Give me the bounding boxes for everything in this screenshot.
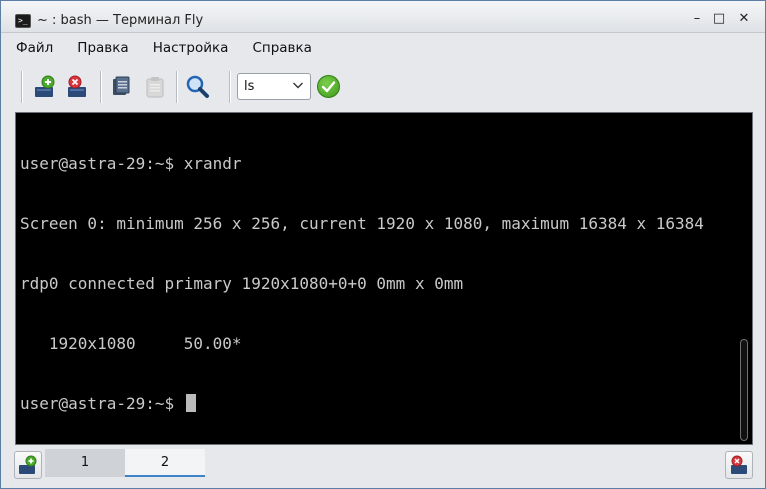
toolbar: ls (1, 63, 765, 109)
close-tab-corner-button[interactable] (725, 451, 753, 479)
terminal-line: Screen 0: minimum 256 x 256, current 192… (20, 214, 704, 233)
close-tab-button[interactable] (64, 73, 92, 101)
new-tab-icon (35, 75, 55, 97)
checkmark-icon (321, 81, 336, 93)
minimize-button[interactable]: – (690, 12, 704, 26)
terminal-scrollbar[interactable] (740, 339, 748, 441)
close-button[interactable]: ✕ (737, 12, 751, 26)
terminal-cursor (185, 394, 196, 412)
tab-1[interactable]: 1 (45, 449, 125, 477)
command-select[interactable]: ls (237, 73, 311, 100)
command-select-value: ls (244, 79, 255, 94)
terminal-window: >_ ~ : bash — Терминал Fly – □ ✕ Файл Пр… (0, 0, 766, 489)
toolbar-grip[interactable] (21, 71, 23, 103)
close-tab-icon (68, 75, 86, 97)
menu-help[interactable]: Справка (250, 38, 313, 58)
close-tab-icon (731, 455, 747, 474)
search-icon (186, 75, 209, 98)
menu-bar: Файл Правка Настройка Справка (1, 33, 765, 63)
menu-settings[interactable]: Настройка (151, 38, 231, 58)
toolbar-grip[interactable] (229, 71, 231, 103)
menu-edit[interactable]: Правка (75, 38, 130, 58)
tab-2[interactable]: 2 (125, 449, 205, 477)
copy-icon (113, 76, 130, 95)
tab-label: 1 (80, 455, 90, 470)
tab-label: 2 (160, 455, 170, 470)
run-command-button[interactable] (317, 75, 340, 98)
toolbar-separator (176, 71, 178, 103)
tab-bar: 1 2 (1, 447, 765, 488)
copy-button[interactable] (107, 73, 135, 101)
terminal-line: user@astra-29:~$ xrandr (20, 154, 242, 173)
new-tab-icon (19, 455, 37, 474)
window-title: ~ : bash — Терминал Fly (37, 13, 204, 28)
terminal-output[interactable]: user@astra-29:~$ xrandr Screen 0: minimu… (15, 112, 753, 445)
title-bar[interactable]: >_ ~ : bash — Терминал Fly – □ ✕ (1, 1, 765, 33)
chevron-down-icon (293, 82, 303, 89)
add-tab-corner-button[interactable] (14, 451, 42, 479)
toolbar-separator (100, 71, 102, 103)
terminal-line: 1920x1080 50.00* (20, 334, 242, 353)
search-button[interactable] (183, 73, 211, 101)
terminal-prompt: user@astra-29:~$ (20, 394, 184, 413)
terminal-app-icon: >_ (15, 14, 31, 28)
menu-file[interactable]: Файл (14, 38, 55, 58)
terminal-line: rdp0 connected primary 1920x1080+0+0 0mm… (20, 274, 464, 293)
paste-button[interactable] (141, 73, 169, 101)
new-tab-button[interactable] (31, 73, 59, 101)
terminal-prompt-line: user@astra-29:~$ (20, 394, 752, 414)
paste-icon (146, 77, 164, 98)
maximize-button[interactable]: □ (712, 12, 726, 26)
